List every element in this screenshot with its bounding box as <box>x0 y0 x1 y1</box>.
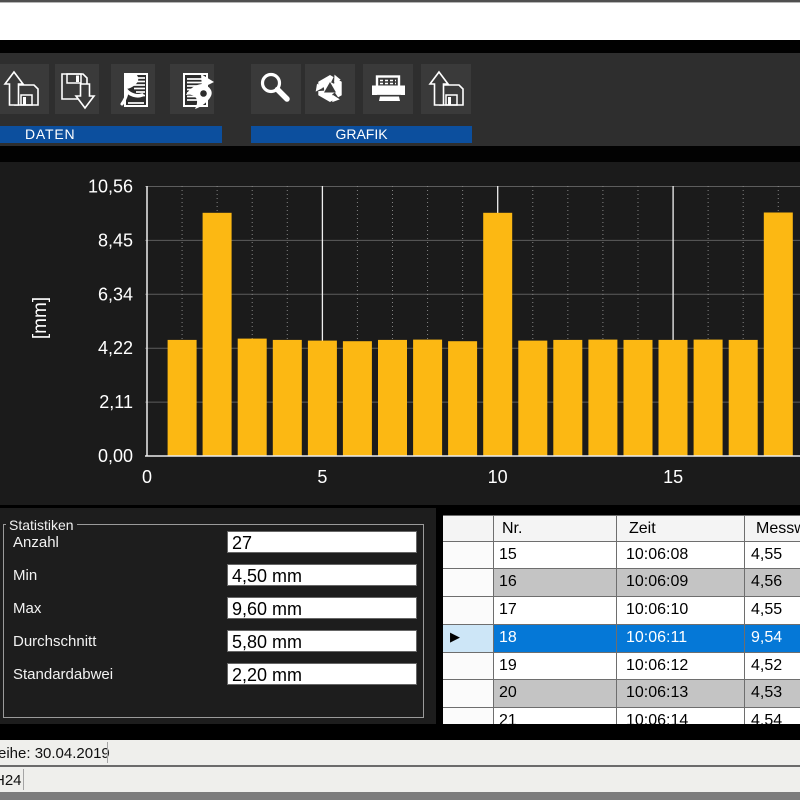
svg-text:10: 10 <box>488 467 508 487</box>
svg-text:0: 0 <box>142 467 152 487</box>
svg-text:0,00: 0,00 <box>98 446 133 466</box>
svg-text:6,34: 6,34 <box>98 284 133 304</box>
svg-text:10,56: 10,56 <box>88 177 133 197</box>
svg-text:[mm]: [mm] <box>30 297 51 339</box>
svg-text:4,22: 4,22 <box>98 338 133 358</box>
svg-text:8,45: 8,45 <box>98 230 133 250</box>
svg-text:2,11: 2,11 <box>99 392 133 412</box>
svg-text:15: 15 <box>663 467 683 487</box>
svg-text:5: 5 <box>317 467 327 487</box>
